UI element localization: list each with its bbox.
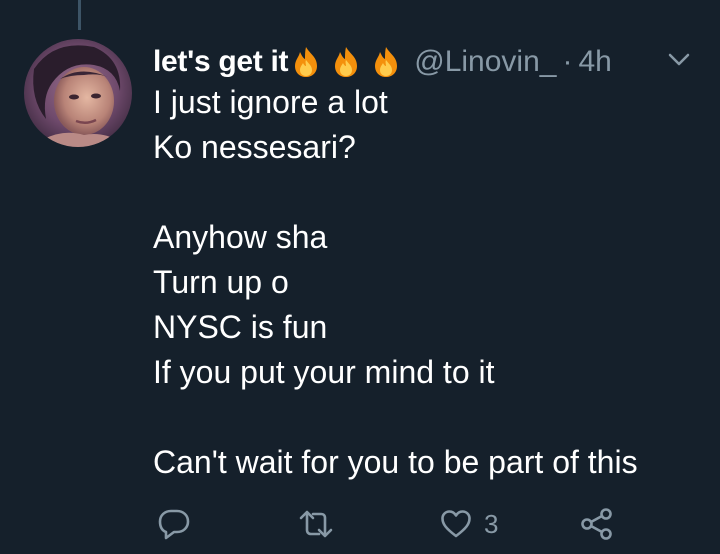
tweet-text: I just ignore a lot Ko nessesari? Anyhow…	[153, 80, 713, 485]
share-button[interactable]	[580, 504, 614, 544]
fire-icon	[295, 47, 318, 77]
tweet-header: let's get it @Linovin_ · 4h	[153, 40, 703, 84]
tweet-line: Anyhow sha	[153, 219, 328, 255]
chevron-down-icon[interactable]	[668, 53, 690, 67]
header-separator: ·	[562, 45, 573, 78]
avatar-photo	[24, 39, 132, 147]
share-icon	[581, 508, 612, 540]
fire-icon	[335, 47, 358, 77]
name-emojis	[292, 46, 412, 78]
retweet-button[interactable]	[298, 504, 334, 544]
fire-icon	[375, 47, 398, 77]
like-button[interactable]: 3	[440, 504, 498, 544]
reply-button[interactable]	[157, 504, 191, 544]
tweet-line: If you put your mind to it	[153, 354, 495, 390]
thread-connector-line	[78, 0, 81, 30]
like-count: 3	[484, 508, 499, 539]
avatar[interactable]	[24, 39, 132, 147]
tweet-line: Turn up o	[153, 264, 289, 300]
tweet-line: Can't wait for you to be part of this	[153, 444, 638, 480]
display-name[interactable]: let's get it	[153, 45, 289, 79]
tweet-actions: 3	[0, 504, 720, 544]
heart-icon	[441, 510, 471, 538]
retweet-icon	[299, 510, 333, 538]
user-handle[interactable]: @Linovin_	[414, 45, 556, 79]
reply-icon	[158, 509, 190, 540]
tweet-line: Ko nessesari?	[153, 129, 356, 165]
tweet-line: I just ignore a lot	[153, 84, 388, 120]
tweet-line: NYSC is fun	[153, 309, 328, 345]
tweet-timestamp[interactable]: 4h	[578, 45, 611, 79]
